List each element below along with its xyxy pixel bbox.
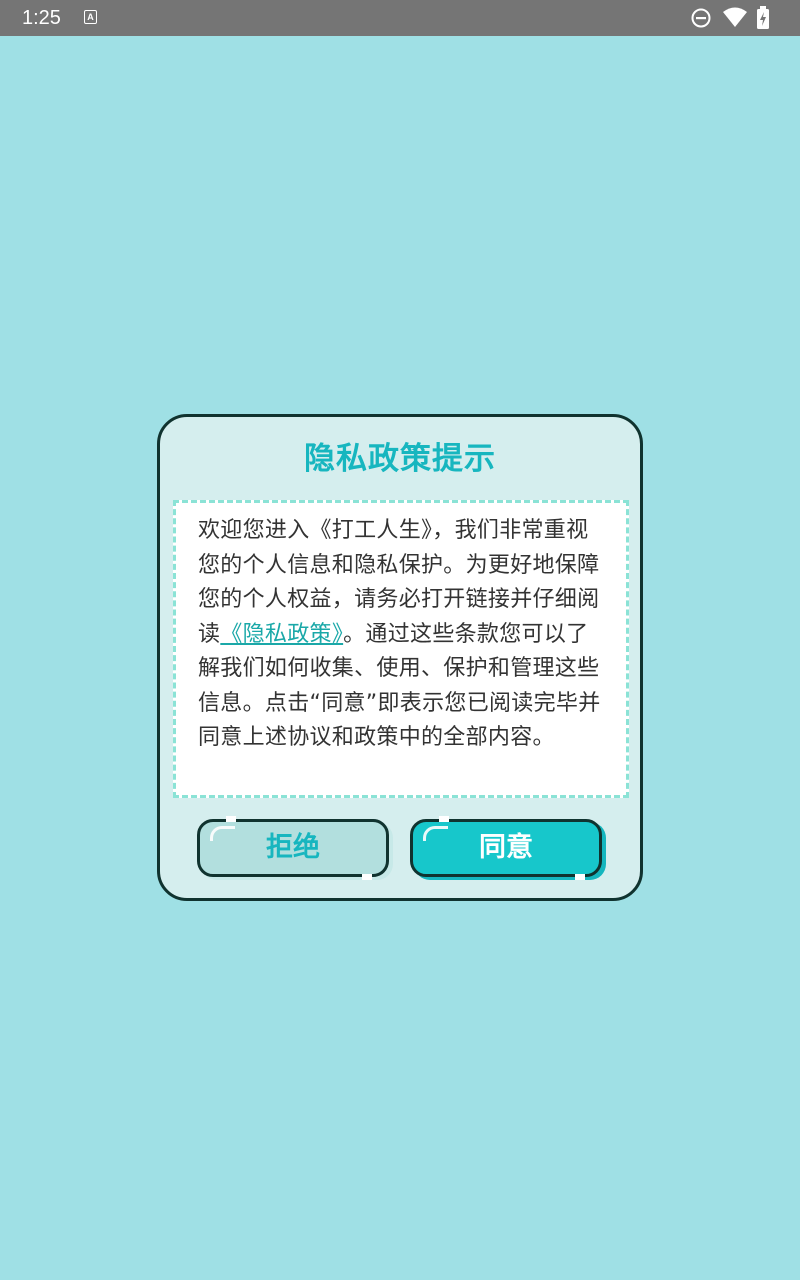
privacy-policy-link[interactable]: 《隐私政策》: [220, 622, 343, 647]
status-bar: 1:25 A: [0, 0, 800, 36]
status-time: 1:25: [22, 7, 61, 29]
reject-button[interactable]: 拒绝: [197, 816, 389, 880]
wifi-icon: [723, 7, 747, 27]
agree-button[interactable]: 同意: [410, 816, 602, 880]
policy-content-text: 欢迎您进入《打工人生》，我们非常重视您的个人信息和隐私保护。为更好地保障您的个人…: [198, 514, 608, 756]
button-decoration: [226, 816, 236, 822]
privacy-dialog: 隐私政策提示 欢迎您进入《打工人生》，我们非常重视您的个人信息和隐私保护。为更好…: [157, 414, 643, 901]
button-highlight: [423, 826, 448, 841]
button-decoration: [439, 816, 449, 822]
agree-button-label: 同意: [479, 832, 533, 863]
status-icons: [690, 6, 780, 30]
policy-content-box: 欢迎您进入《打工人生》，我们非常重视您的个人信息和隐私保护。为更好地保障您的个人…: [173, 500, 629, 798]
dialog-title: 隐私政策提示: [304, 441, 496, 477]
do-not-disturb-icon: [691, 8, 711, 28]
a-text-icon: A: [84, 10, 97, 24]
button-decoration: [362, 874, 372, 880]
button-decoration: [575, 874, 585, 880]
reject-button-label: 拒绝: [266, 832, 320, 863]
battery-icon: [757, 6, 769, 29]
button-highlight: [210, 826, 235, 841]
